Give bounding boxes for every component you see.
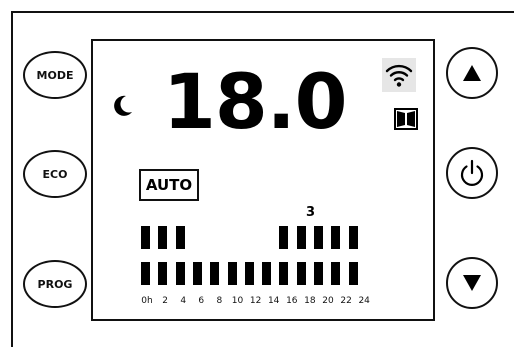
schedule-bar-upper: [296, 226, 306, 249]
schedule-bar-upper: [141, 226, 150, 249]
hour-label: 16: [286, 296, 298, 306]
schedule-bar-upper: [331, 226, 341, 249]
hour-label: 10: [231, 296, 244, 306]
hour-label: 22: [340, 296, 352, 306]
down-button[interactable]: [446, 257, 498, 309]
prog-button[interactable]: PROG: [23, 260, 87, 308]
eco-button-label: ECO: [42, 167, 68, 181]
schedule-bar-lower: [296, 262, 306, 285]
mode-button-label: MODE: [36, 68, 74, 82]
hour-label: 14: [267, 296, 280, 306]
power-icon: [460, 159, 484, 186]
schedule-bar-lower: [314, 262, 323, 285]
prog-button-label: PROG: [37, 277, 73, 291]
schedule-bar-lower: [262, 262, 272, 285]
schedule-bar-lower: [192, 262, 202, 285]
hour-label: 6: [198, 296, 205, 306]
schedule-bar-lower: [244, 262, 254, 285]
lcd-screen: 18.0 AUTO 3 0h 2 4 6 8 10 12 14 16 18 20 22 24: [91, 39, 435, 321]
thermostat-device: MODE ECO PROG 18.0 AUTO 3 0h 2 4 6 8 10 …: [0, 0, 514, 347]
hour-label: 12: [249, 296, 262, 306]
schedule-bar-lower: [227, 262, 237, 285]
schedule-bar-upper: [348, 226, 358, 249]
hour-label: 24: [358, 296, 370, 306]
hour-label: 2: [162, 296, 168, 306]
schedule-bar-upper: [314, 226, 323, 249]
mode-button[interactable]: MODE: [23, 51, 87, 99]
schedule-bar-upper: [279, 226, 289, 249]
frame-left-edge: [11, 11, 13, 347]
up-arrow-icon: [463, 65, 481, 81]
schedule-bars: [93, 41, 437, 323]
hour-label: 0h: [141, 296, 153, 306]
schedule-bar-lower: [348, 262, 358, 285]
frame-top-edge: [11, 11, 514, 13]
schedule-bar-lower: [210, 262, 220, 285]
schedule-bar-lower: [331, 262, 341, 285]
hour-label: 8: [216, 296, 223, 306]
schedule-bar-lower: [175, 262, 185, 285]
hour-label: 20: [322, 296, 334, 306]
schedule-bar-upper: [158, 226, 168, 249]
power-button[interactable]: [446, 147, 498, 199]
schedule-bar-upper: [175, 226, 185, 249]
schedule-bar-lower: [279, 262, 289, 285]
schedule-bar-lower: [141, 262, 150, 285]
schedule-bar-lower: [158, 262, 168, 285]
down-arrow-icon: [463, 275, 481, 291]
hour-label: 18: [304, 296, 316, 306]
eco-button[interactable]: ECO: [23, 150, 87, 198]
up-button[interactable]: [446, 47, 498, 99]
hour-label: 4: [180, 296, 187, 306]
